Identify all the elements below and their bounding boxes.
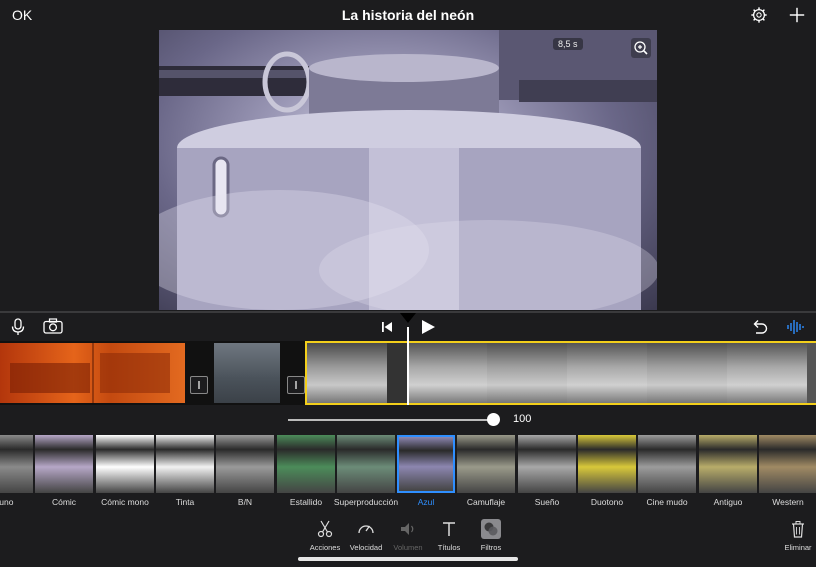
filters-label: Filtros: [480, 543, 502, 552]
clip-frame: [387, 343, 407, 403]
filters-tool[interactable]: Filtros: [469, 519, 513, 559]
clip-frame: [727, 343, 807, 403]
slider-value: 100: [513, 413, 532, 425]
filters-icon: [481, 519, 501, 539]
clip-thumbnail: [10, 343, 170, 403]
filter-thumbnail: [759, 435, 816, 493]
camera-icon[interactable]: [43, 318, 63, 334]
speedometer-icon: [358, 525, 374, 534]
video-preview[interactable]: 8,5 s: [159, 30, 657, 310]
speed-label: Velocidad: [349, 543, 383, 552]
zoom-in-icon[interactable]: [631, 38, 651, 58]
filter-thumbnail: [518, 435, 576, 493]
play-icon[interactable]: [420, 319, 436, 335]
microphone-icon[interactable]: [10, 318, 26, 336]
filter-thumbnail: [699, 435, 757, 493]
filter-thumbnail: [457, 435, 515, 493]
timeline-clip[interactable]: [214, 343, 280, 403]
filter-item[interactable]: Cómic: [35, 435, 93, 509]
top-bar: OK La historia del neón: [0, 0, 816, 30]
video-viewer: 8,5 s: [0, 30, 816, 312]
filter-item[interactable]: Western: [759, 435, 816, 509]
transition-button[interactable]: [190, 376, 208, 394]
timeline-clip[interactable]: [0, 343, 185, 403]
slider-knob[interactable]: [487, 413, 500, 426]
titles-label: Títulos: [437, 543, 461, 552]
delete-tool[interactable]: Eliminar: [776, 519, 816, 559]
filter-item[interactable]: B/N: [216, 435, 274, 509]
text-icon: [443, 522, 455, 536]
filter-thumbnail: [35, 435, 93, 493]
filter-thumbnail: [216, 435, 274, 493]
transition-button[interactable]: [287, 376, 305, 394]
scissors-icon: [317, 520, 333, 538]
trash-icon: [792, 521, 804, 538]
clip-frame: [647, 343, 727, 403]
clip-frame: [567, 343, 647, 403]
clip-frame: [307, 343, 387, 403]
filter-thumbnail: [0, 435, 33, 493]
titles-tool[interactable]: Títulos: [427, 519, 471, 559]
playhead-marker: [400, 313, 416, 323]
playhead[interactable]: [407, 327, 409, 405]
filter-thumbnail: [277, 435, 335, 493]
filter-thumbnail: [578, 435, 636, 493]
filter-label: Western: [772, 497, 804, 507]
video-frame-image: [159, 30, 657, 310]
filter-thumbnail: [96, 435, 154, 493]
actions-tool[interactable]: Acciones: [303, 519, 347, 559]
filters-strip[interactable]: gunoCómicCómic monoTintaB/NEstallidoSupe…: [0, 435, 816, 509]
filter-intensity-slider[interactable]: [288, 419, 493, 421]
audio-waveform-icon[interactable]: [786, 318, 806, 336]
skip-to-start-icon[interactable]: [380, 320, 394, 334]
filter-thumbnail: [397, 435, 455, 493]
delete-label: Eliminar: [784, 543, 812, 552]
volume-label: Volumen: [393, 543, 423, 552]
project-title: La historia del neón: [341, 7, 475, 23]
filter-intensity-row: 100: [0, 405, 816, 435]
clip-frame: [487, 343, 567, 403]
clip-duration-badge: 8,5 s: [553, 38, 583, 50]
filter-item[interactable]: Camuflaje: [457, 435, 515, 509]
timeline-clip-selected[interactable]: [305, 341, 816, 405]
filter-thumbnail: [638, 435, 696, 493]
undo-icon[interactable]: [750, 318, 768, 336]
home-indicator: [298, 557, 518, 561]
actions-label: Acciones: [309, 543, 341, 552]
speaker-icon: [401, 523, 414, 535]
volume-tool[interactable]: Volumen: [386, 519, 430, 559]
filter-thumbnail: [337, 435, 395, 493]
clip-frame: [407, 343, 487, 403]
speed-tool[interactable]: Velocidad: [344, 519, 388, 559]
filter-thumbnail: [156, 435, 214, 493]
filter-item[interactable]: Cine mudo: [638, 435, 696, 509]
gear-icon[interactable]: [750, 6, 768, 24]
plus-icon[interactable]: [788, 6, 806, 24]
